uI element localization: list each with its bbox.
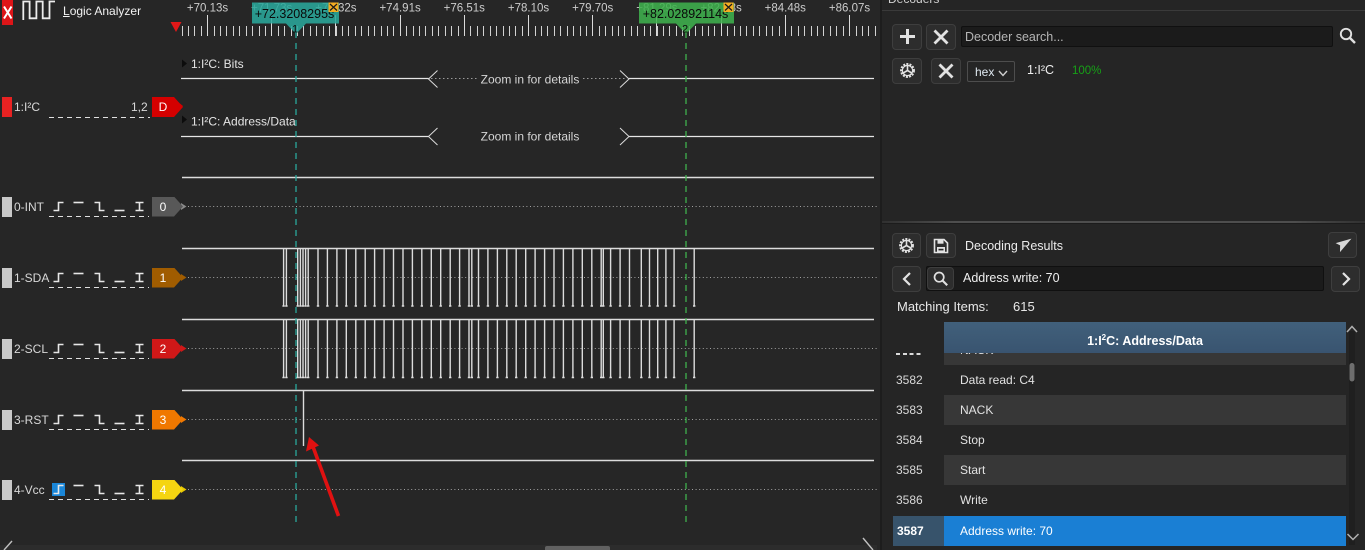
svg-text:+84.48s: +84.48s xyxy=(765,3,806,15)
svg-text:Zoom in for details: Zoom in for details xyxy=(481,130,580,144)
svg-text:+72.3208295s: +72.3208295s xyxy=(255,7,335,21)
svg-text:+78.10s: +78.10s xyxy=(508,3,549,15)
svg-text:+79.70s: +79.70s xyxy=(572,3,613,15)
svg-text:+86.07s: +86.07s xyxy=(829,3,870,15)
svg-text:+82.02892114s: +82.02892114s xyxy=(643,7,729,21)
svg-text:+76.51s: +76.51s xyxy=(444,3,485,15)
svg-text:+74.91s: +74.91s xyxy=(379,3,420,15)
svg-text:+70.13s: +70.13s xyxy=(187,3,228,15)
svg-text:1: 1 xyxy=(292,24,298,36)
svg-text:1:I²C: Bits: 1:I²C: Bits xyxy=(191,57,244,71)
svg-text:1:I²C: Address/Data: 1:I²C: Address/Data xyxy=(191,115,296,129)
svg-text:2: 2 xyxy=(682,24,688,36)
svg-text:Zoom in for details: Zoom in for details xyxy=(481,73,580,87)
